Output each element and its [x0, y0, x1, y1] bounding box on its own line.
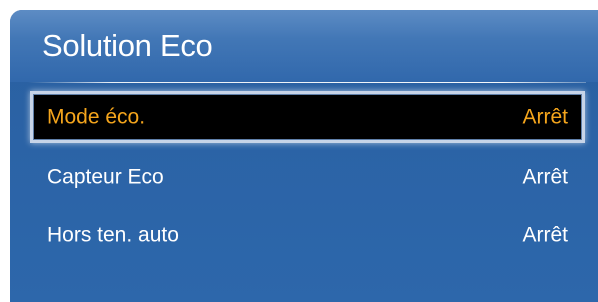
header-divider: [28, 82, 586, 83]
menu-item-label: Mode éco.: [47, 105, 146, 129]
menu-item-label: Hors ten. auto: [47, 223, 179, 247]
panel-title: Solution Eco: [42, 28, 213, 63]
menu-item-eco-mode[interactable]: Mode éco. Arrêt: [30, 91, 585, 143]
menu-item-auto-power-off[interactable]: Hors ten. auto Arrêt: [30, 209, 585, 261]
eco-solution-panel: Solution Eco Mode éco. Arrêt Capteur Eco…: [10, 10, 598, 302]
panel-header: Solution Eco: [10, 10, 598, 82]
menu-item-value: Arrêt: [522, 223, 568, 247]
menu-item-value: Arrêt: [522, 105, 568, 129]
menu-item-value: Arrêt: [522, 165, 568, 189]
menu-item-eco-sensor[interactable]: Capteur Eco Arrêt: [30, 151, 585, 203]
menu-item-label: Capteur Eco: [47, 165, 164, 189]
